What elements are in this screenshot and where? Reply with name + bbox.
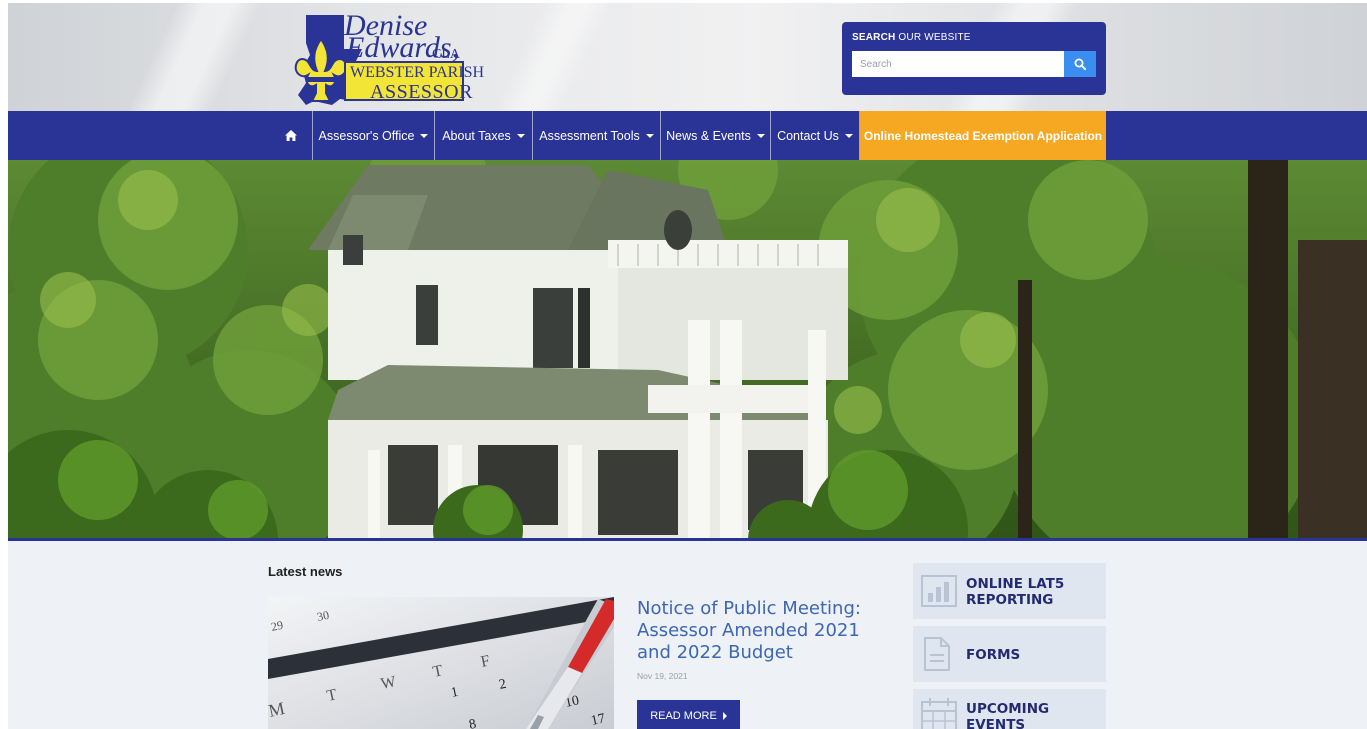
search-button[interactable]	[1064, 51, 1096, 77]
calendar-icon	[921, 698, 957, 729]
quick-link-label: FORMS	[966, 647, 1020, 663]
nav-about-taxes[interactable]: About Taxes	[435, 111, 533, 160]
bar-chart-icon	[921, 575, 957, 607]
search-input[interactable]	[852, 51, 1064, 77]
read-more-label: READ MORE	[650, 710, 717, 722]
quick-link-line1: FORMS	[966, 647, 1021, 663]
house-photo	[8, 160, 1367, 538]
hero-divider	[8, 538, 1367, 541]
home-icon	[285, 130, 297, 141]
search-title: SEARCH OUR WEBSITE	[852, 32, 971, 43]
nav-label: Contact Us	[777, 128, 839, 143]
quick-link-label: ONLINE LAT5 REPORTING	[966, 576, 1064, 608]
logo-line-assessor: ASSESSOR	[370, 81, 473, 103]
calendar-pen-photo: M T W T F 29 30 1 2 8 10 17	[268, 597, 614, 729]
nav-news-events[interactable]: News & Events	[661, 111, 771, 160]
quick-link-line1: ONLINE LAT5	[966, 576, 1065, 592]
quick-link-upcoming-events[interactable]: UPCOMING EVENTS	[913, 689, 1106, 729]
nav-label: About Taxes	[442, 128, 511, 143]
caret-down-icon	[756, 133, 765, 138]
page: Denise Edwards, CLA WEBSTER PARISH ASSES…	[8, 3, 1367, 729]
nav-cta-label: Online Homestead Exemption Application	[863, 128, 1103, 143]
news-headline-link[interactable]: Notice of Public Meeting: Assessor Amend…	[637, 598, 899, 664]
quick-link-lat5-reporting[interactable]: ONLINE LAT5 REPORTING	[913, 563, 1106, 619]
caret-down-icon	[420, 133, 429, 138]
nav-assessment-tools[interactable]: Assessment Tools	[533, 111, 661, 160]
site-logo[interactable]: Denise Edwards, CLA WEBSTER PARISH ASSES…	[284, 9, 484, 105]
news-date: Nov 19, 2021	[637, 671, 688, 681]
quick-link-line1: UPCOMING	[966, 701, 1050, 717]
caret-down-icon	[844, 133, 853, 138]
read-more-button[interactable]: READ MORE	[637, 700, 740, 729]
document-icon	[924, 637, 950, 671]
logo-line-parish: WEBSTER PARISH	[350, 64, 485, 81]
caret-right-icon	[722, 712, 727, 720]
search-panel: SEARCH OUR WEBSITE	[842, 22, 1106, 95]
nav-label: Assessor's Office	[318, 128, 415, 143]
latest-news-heading: Latest news	[268, 564, 343, 579]
quick-link-line2: EVENTS	[966, 717, 1026, 729]
hero-image	[8, 160, 1367, 538]
quick-link-forms[interactable]: FORMS	[913, 626, 1106, 682]
main-navigation: Assessor's Office About Taxes Assessment…	[8, 111, 1367, 160]
nav-contact-us[interactable]: Contact Us	[771, 111, 860, 160]
search-title-bold: SEARCH	[852, 32, 896, 43]
quick-link-label: UPCOMING EVENTS	[966, 701, 1049, 729]
fleur-de-lis-icon	[294, 37, 348, 102]
nav-homestead-application[interactable]: Online Homestead Exemption Application	[860, 111, 1106, 160]
site-header: Denise Edwards, CLA WEBSTER PARISH ASSES…	[8, 3, 1367, 111]
caret-down-icon	[645, 133, 654, 138]
caret-down-icon	[516, 133, 525, 138]
nav-label: Assessment Tools	[539, 128, 640, 143]
nav-label: News & Events	[666, 128, 751, 143]
search-icon	[1074, 58, 1086, 70]
search-title-rest: OUR WEBSITE	[898, 32, 971, 43]
news-thumbnail[interactable]: M T W T F 29 30 1 2 8 10 17	[268, 597, 614, 729]
nav-home[interactable]	[270, 111, 313, 160]
quick-link-line2: REPORTING	[966, 592, 1054, 608]
nav-assessors-office[interactable]: Assessor's Office	[313, 111, 435, 160]
